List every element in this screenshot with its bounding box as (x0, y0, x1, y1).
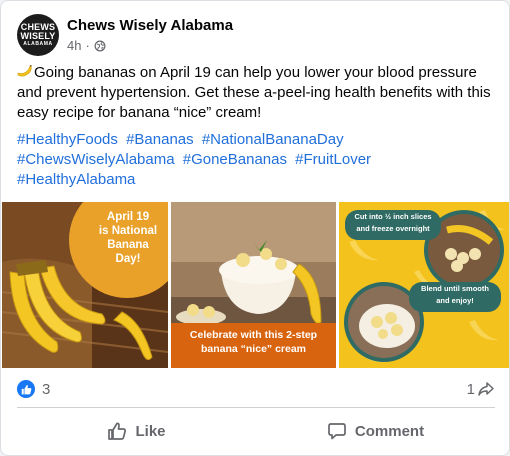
hashtag[interactable]: #Bananas (126, 131, 194, 148)
share-icon (478, 382, 494, 396)
step-2-label: Blend until smooth and enjoy! (421, 284, 489, 305)
hashtag[interactable]: #FruitLover (295, 151, 371, 168)
avatar-line-3: ALABAMA (23, 41, 53, 47)
step-1-label: Cut into ½ inch slices and freeze overni… (354, 212, 432, 233)
meta-separator: · (85, 38, 90, 53)
comment-icon (328, 423, 346, 440)
post-card: CHEWS WISELY ALABAMA Chews Wisely Alabam… (0, 0, 510, 456)
hashtag[interactable]: #HealthyFoods (17, 131, 118, 148)
post-meta: 4h · (67, 38, 233, 53)
recipe-steps-photo[interactable]: Cut into ½ inch slices and freeze overni… (339, 202, 509, 368)
recipe-banner: Celebrate with this 2-step banana “nice”… (189, 329, 318, 355)
nice-cream-photo[interactable]: Celebrate with this 2-step banana “nice”… (171, 202, 336, 368)
hashtag[interactable]: #ChewsWiselyAlabama (17, 151, 175, 168)
reaction-summary[interactable]: 3 (17, 380, 50, 398)
image-gallery: April 19 is National Banana Day! Celebra… (2, 202, 509, 368)
hashtag-list: #HealthyFoods #Bananas #NationalBananaDa… (17, 130, 497, 190)
post-time[interactable]: 4h (67, 38, 81, 53)
like-button[interactable]: Like (17, 411, 256, 451)
share-count[interactable]: 1 (467, 381, 495, 398)
avatar-line-2: WISELY (20, 31, 56, 41)
hashtag[interactable]: #NationalBananaDay (202, 131, 344, 148)
like-icon (17, 380, 35, 398)
divider (17, 407, 495, 408)
post-body: Going bananas on April 19 can help you l… (17, 64, 491, 121)
post-header: CHEWS WISELY ALABAMA Chews Wisely Alabam… (17, 13, 233, 57)
banana-emoji-icon (17, 65, 32, 77)
action-bar: Like Comment (17, 411, 495, 451)
hashtag[interactable]: #HealthyAlabama (17, 171, 135, 188)
avatar[interactable]: CHEWS WISELY ALABAMA (17, 14, 59, 56)
thumbs-up-icon (108, 422, 127, 440)
reaction-count: 3 (42, 380, 51, 398)
post-text: Going bananas on April 19 can help you l… (17, 63, 497, 123)
hashtag[interactable]: #GoneBananas (183, 151, 287, 168)
reaction-bar: 3 1 (17, 377, 495, 401)
globe-icon[interactable] (94, 40, 106, 52)
national-banana-day-badge: April 19 is National Banana Day! (98, 211, 158, 265)
banana-photo-1[interactable]: April 19 is National Banana Day! (2, 202, 168, 368)
page-name[interactable]: Chews Wisely Alabama (67, 17, 233, 35)
comment-button[interactable]: Comment (256, 411, 495, 451)
